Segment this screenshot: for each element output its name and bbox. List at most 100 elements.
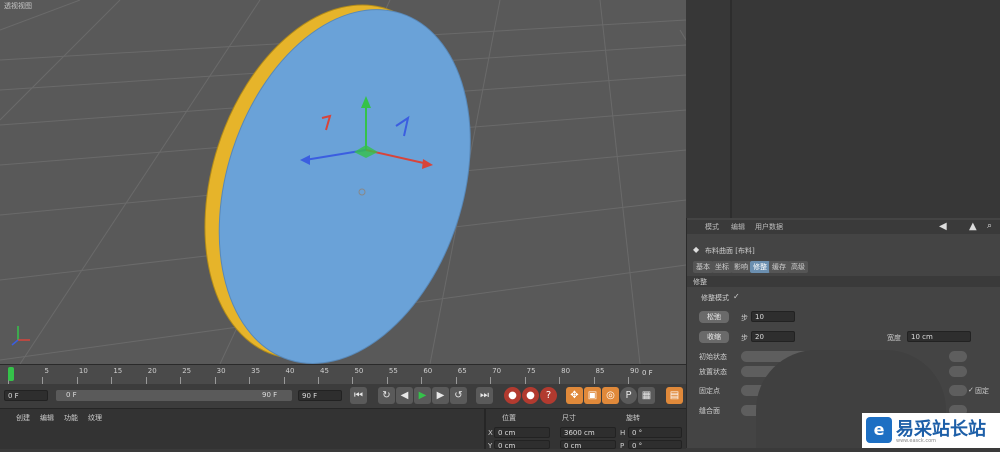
- loop-end-icon[interactable]: ↺: [450, 387, 467, 404]
- tab-mode[interactable]: 模式: [705, 222, 719, 232]
- timeline-tick-label: 30: [216, 367, 226, 375]
- timeline-tick-mark: [593, 377, 595, 384]
- subtab-influence[interactable]: 影响: [731, 261, 751, 273]
- timeline-tick-mark: [386, 377, 388, 384]
- menu-create[interactable]: 创建: [16, 413, 30, 423]
- relax-step-label: 步: [741, 314, 748, 322]
- end-frame-field[interactable]: 90 F: [298, 390, 342, 401]
- timeline-tick-mark: [249, 377, 251, 384]
- menu-edit[interactable]: 编辑: [40, 413, 54, 423]
- go-to-end-button[interactable]: ⏭: [476, 387, 493, 404]
- range-start-label: 0 F: [66, 391, 77, 399]
- timeline-tick-mark: [628, 377, 629, 384]
- lock-checkbox[interactable]: ✓: [968, 386, 974, 394]
- timeline-tick-mark: [76, 377, 78, 384]
- size-x-field[interactable]: 3600 cm: [560, 427, 616, 438]
- axis-p-label: P: [620, 442, 625, 450]
- subtab-basic[interactable]: 基本: [693, 261, 713, 273]
- panel-divider[interactable]: [730, 0, 732, 218]
- timeline-tick-label: 50: [354, 367, 364, 375]
- relax-button[interactable]: 松弛: [699, 311, 729, 323]
- watermark-logo-glyph: e: [873, 420, 885, 439]
- watermark-url: www.easck.com: [896, 438, 937, 444]
- dress-mode-label: 修整模式: [701, 294, 729, 302]
- coord-header-size: 尺寸: [562, 414, 576, 422]
- search-icon[interactable]: ⌕: [987, 221, 992, 231]
- timeline-tick-label: 70: [492, 367, 502, 375]
- auto-key-button[interactable]: ●: [522, 387, 539, 404]
- timeline-tick-label: 45: [320, 367, 329, 375]
- timeline-tick-label: 25: [182, 367, 192, 375]
- init-state-reset[interactable]: [949, 351, 967, 362]
- timeline-window-button[interactable]: ▤: [666, 387, 683, 404]
- rotation-h-field[interactable]: 0 °: [628, 427, 682, 438]
- timeline-tick-mark: [214, 377, 216, 384]
- dress-mode-checkbox[interactable]: ✓: [733, 292, 740, 301]
- watermark-logo-icon: e: [866, 417, 892, 443]
- menu-function[interactable]: 功能: [64, 413, 78, 423]
- step-back-button[interactable]: ◀: [396, 387, 413, 404]
- key-position-button[interactable]: ✥: [566, 387, 583, 404]
- relax-step-field[interactable]: 10: [751, 311, 795, 322]
- cloth-disc[interactable]: [162, 0, 513, 364]
- section-header: [687, 276, 1000, 287]
- subtab-coord[interactable]: 坐标: [712, 261, 732, 273]
- fixed-points-label: 固定点: [699, 387, 720, 395]
- subtab-dress[interactable]: 修整: [750, 261, 770, 273]
- shrink-button[interactable]: 收缩: [699, 331, 729, 343]
- fixed-points-reset[interactable]: [949, 385, 967, 396]
- key-scale-button[interactable]: ▣: [584, 387, 601, 404]
- coord-header-rotation: 旋转: [626, 414, 640, 422]
- timeline-tick-label: 80: [561, 367, 571, 375]
- cursor-arrow-icon[interactable]: ▲: [969, 221, 977, 232]
- key-pla-button[interactable]: ▦: [638, 387, 655, 404]
- tab-user-data[interactable]: 用户数据: [755, 222, 783, 232]
- viewport-scene[interactable]: [0, 0, 686, 364]
- timeline-tick-label: 85: [595, 367, 605, 375]
- timeline-tick-label: 20: [147, 367, 157, 375]
- viewport-perspective[interactable]: 透视视图: [0, 0, 686, 364]
- timeline-tick-mark: [318, 377, 319, 384]
- timeline-tick-label: 65: [457, 367, 467, 375]
- cloth-object-icon: ◆: [693, 245, 700, 254]
- back-arrow-icon[interactable]: ◀: [939, 221, 947, 232]
- tab-edit[interactable]: 编辑: [731, 222, 745, 232]
- object-manager-panel[interactable]: [686, 0, 1000, 218]
- set-state-reset[interactable]: [949, 366, 967, 377]
- lock-label: 固定: [975, 387, 989, 395]
- timeline-tick-mark: [145, 377, 147, 384]
- timeline-end-label: 0 F: [642, 369, 653, 377]
- width-label: 宽度: [887, 334, 901, 342]
- go-to-start-button[interactable]: ⏮: [350, 387, 367, 404]
- timeline-tick-label: 40: [285, 367, 295, 375]
- viewport-title: 透视视图: [4, 2, 32, 10]
- timeline-tick-mark: [559, 377, 561, 384]
- range-end-label: 90 F: [262, 391, 278, 399]
- coord-header-position: 位置: [502, 414, 516, 422]
- shrink-step-field[interactable]: 20: [751, 331, 795, 342]
- timeline-tick-label: 60: [423, 367, 433, 375]
- loop-icon[interactable]: ↻: [378, 387, 395, 404]
- record-keyframe-button[interactable]: ●: [504, 387, 521, 404]
- key-param-button[interactable]: P: [620, 387, 637, 404]
- subtab-cache[interactable]: 缓存: [769, 261, 789, 273]
- frame-range-slider[interactable]: 0 F 90 F: [56, 390, 292, 401]
- position-x-field[interactable]: 0 cm: [494, 427, 550, 438]
- transport-bar[interactable]: 0 F 0 F 90 F 90 F ⏮ ↻ ◀ ▶ ▶ ↺ ⏭ ● ● ? ✥ …: [0, 384, 686, 408]
- play-button[interactable]: ▶: [414, 387, 431, 404]
- object-title: 布料曲面 [布料]: [705, 247, 755, 255]
- timeline-playhead[interactable]: [8, 367, 14, 381]
- menu-texture[interactable]: 纹理: [88, 413, 102, 423]
- step-forward-button[interactable]: ▶: [432, 387, 449, 404]
- key-rotation-button[interactable]: ◎: [602, 387, 619, 404]
- timeline-tick-label: 5: [44, 367, 49, 375]
- subtab-advanced[interactable]: 高级: [788, 261, 808, 273]
- timeline-tick-mark: [455, 377, 457, 384]
- start-frame-field[interactable]: 0 F: [4, 390, 48, 401]
- timeline-ruler[interactable]: 051015202530354045505560657075808590 0 F: [0, 364, 686, 385]
- timeline-tick-label: 10: [78, 367, 88, 375]
- bottom-managers[interactable]: 创建 编辑 功能 纹理 位置 尺寸 旋转 X 0 cm 3600 cm H 0 …: [0, 408, 686, 450]
- manager-divider: [484, 409, 486, 449]
- keyframe-selection-button[interactable]: ?: [540, 387, 557, 404]
- width-field[interactable]: 10 cm: [907, 331, 971, 342]
